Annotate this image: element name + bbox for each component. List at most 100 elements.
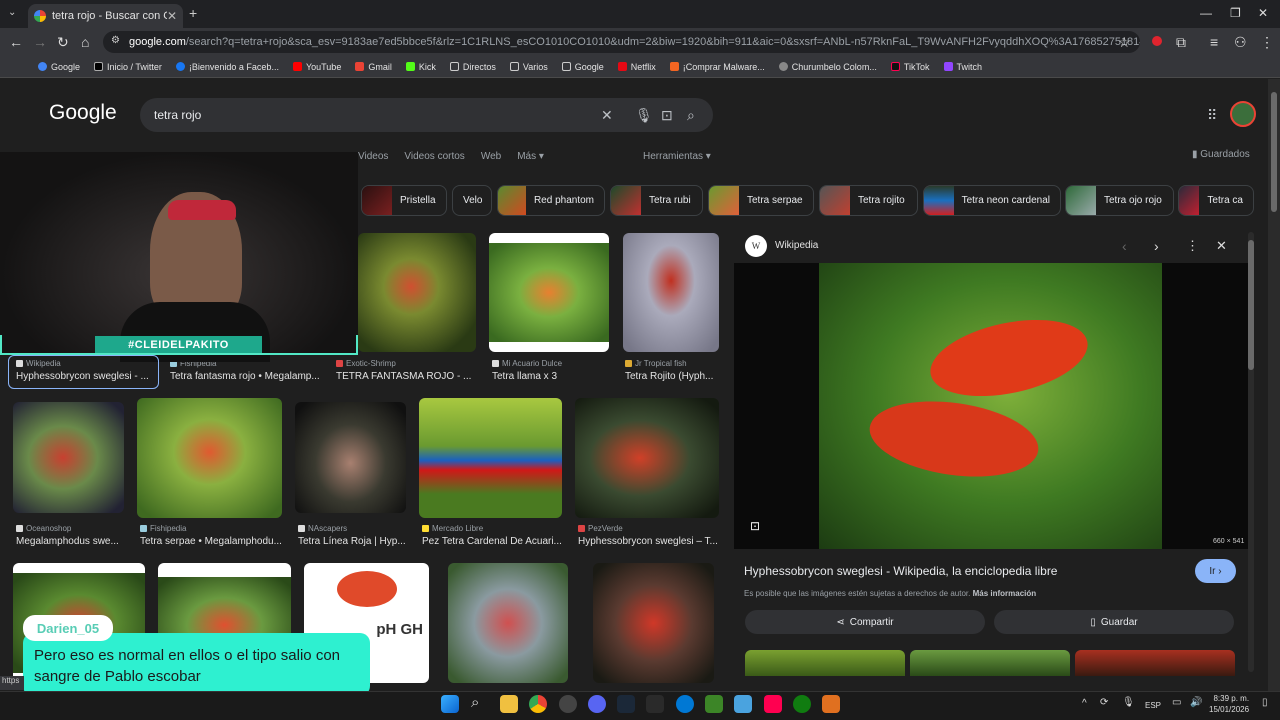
clear-search-icon[interactable]: ✕ [601,107,613,124]
discord-icon[interactable] [588,695,606,713]
bookmark-churumbelo[interactable]: Churumbelo Colom... [778,62,877,72]
result-caption[interactable]: Tetra Rojito (Hyph... [625,371,717,382]
file-explorer-icon[interactable] [500,695,518,713]
prev-icon[interactable]: ‹ [1122,238,1127,254]
chip-pristella[interactable]: Pristella [361,185,447,216]
result-image-13[interactable] [593,563,714,683]
back-icon[interactable]: ← [9,34,23,50]
search-icon[interactable]: ⌕ [687,107,695,124]
search-input[interactable]: tetra rojo [140,98,713,132]
result-caption[interactable]: Megalamphodus swe... [16,536,124,547]
panel-title[interactable]: Hyphessobrycon sweglesi - Wikipedia, la … [744,564,1057,578]
bookmark-twitch[interactable]: Twitch [943,62,982,72]
tab-search-icon[interactable]: ⌄ [8,7,16,18]
bookmark-star-icon[interactable]: ☆ [1118,34,1131,51]
lens-icon[interactable]: ⊡ [750,519,760,533]
app-icon[interactable] [822,695,840,713]
extension-icon[interactable] [1152,36,1162,46]
bookmark-facebook[interactable]: ¡Bienvenido a Faceb... [175,62,279,72]
bookmark-malware[interactable]: ¡Comprar Malware... [669,62,765,72]
result-image-6[interactable] [295,402,406,513]
app-icon[interactable] [734,695,752,713]
saved-button[interactable]: ▮ Guardados [1192,149,1250,160]
result-caption[interactable]: Tetra llama x 3 [492,371,612,382]
bookmark-folder-directos[interactable]: Directos [449,62,496,72]
result-image-12[interactable] [448,563,568,683]
home-icon[interactable]: ⌂ [81,34,89,50]
result-image-8[interactable] [575,398,719,518]
site-info-icon[interactable]: ⚙ [111,35,120,46]
result-caption[interactable]: Pez Tetra Cardenal De Acuari... [422,536,562,547]
account-avatar[interactable] [1230,101,1256,127]
result-caption[interactable]: Hyphessobrycon sweglesi – T... [578,536,718,547]
search-taskbar-icon[interactable]: ⌕ [471,694,479,711]
browser-tab[interactable]: tetra rojo - Buscar con Google ✕ [28,4,183,28]
chrome-icon[interactable] [529,695,547,713]
result-caption[interactable]: Tetra Línea Roja | Hyp... [298,536,406,547]
bookmark-twitter[interactable]: Inicio / Twitter [94,62,162,72]
bookmark-gmail[interactable]: Gmail [355,62,392,72]
result-caption[interactable]: Tetra fantasma rojo • Megalamp... [170,371,320,382]
bookmark-google[interactable]: Google [38,62,80,72]
chip-tetra-ojo-rojo[interactable]: Tetra ojo rojo [1065,185,1174,216]
reload-icon[interactable]: ↻ [57,34,69,51]
tray-app-icon[interactable]: ⟳ [1100,697,1108,708]
app-icon[interactable] [676,695,694,713]
chip-tetra-ca[interactable]: Tetra ca [1178,185,1254,216]
address-bar[interactable]: google.com/search?q=tetra+rojo&sca_esv=9… [103,31,1140,53]
bookmark-folder-google[interactable]: Google [561,62,604,72]
language-indicator[interactable]: ESP [1145,701,1161,710]
minimize-icon[interactable]: — [1200,6,1212,20]
filter-more[interactable]: Más ▾ [517,151,544,162]
steam-icon[interactable] [617,695,635,713]
panel-scrollbar-thumb[interactable] [1248,240,1254,370]
result-image-4[interactable] [13,402,124,513]
google-logo[interactable]: Google [49,101,117,125]
notifications-icon[interactable]: ▯ [1262,697,1268,708]
chip-tetra-neon-cardenal[interactable]: Tetra neon cardenal [923,185,1061,216]
clock[interactable]: 8:39 p. m. 15/01/2026 [1209,693,1249,715]
chip-tetra-rubi[interactable]: Tetra rubi [610,185,703,216]
chip-red-phantom[interactable]: Red phantom [497,185,605,216]
lens-search-icon[interactable]: ⊡ [661,107,673,124]
tray-chevron-icon[interactable]: ^ [1082,698,1087,709]
preview-image[interactable] [819,263,1162,549]
bookmark-kick[interactable]: Kick [405,62,436,72]
new-tab-icon[interactable]: + [189,5,197,21]
bookmark-tiktok[interactable]: TikTok [890,62,930,72]
selected-result-outline[interactable] [8,355,159,389]
chip-velo[interactable]: Velo [452,185,492,216]
panel-source[interactable]: Wikipedia [775,240,818,251]
close-tab-icon[interactable]: ✕ [167,9,177,23]
more-info-link[interactable]: Más información [973,589,1037,598]
extensions-icon[interactable]: ⧉ [1176,34,1186,51]
media-icon[interactable]: ≡ [1210,34,1218,50]
tools-button[interactable]: Herramientas ▾ [643,151,711,162]
share-button[interactable]: ⋖ Compartir [745,610,985,634]
minecraft-icon[interactable] [705,695,723,713]
epic-games-icon[interactable] [646,695,664,713]
go-button[interactable]: Ir › [1195,559,1236,583]
result-image-3[interactable] [623,233,719,352]
xbox-icon[interactable] [793,695,811,713]
bookmark-folder-varios[interactable]: Varios [509,62,548,72]
filter-short-videos[interactable]: Videos cortos [404,151,464,162]
related-image[interactable] [910,650,1070,676]
related-image[interactable] [1075,650,1235,676]
more-options-icon[interactable]: ⋮ [1186,238,1199,254]
result-image-7[interactable] [419,398,562,518]
restore-icon[interactable]: ❐ [1230,6,1241,20]
forward-icon[interactable]: → [33,34,47,50]
filter-videos[interactable]: Videos [358,151,388,162]
obs-icon[interactable] [559,695,577,713]
bookmark-youtube[interactable]: YouTube [292,62,341,72]
tiktok-icon[interactable] [764,695,782,713]
close-window-icon[interactable]: ✕ [1258,6,1268,20]
chip-tetra-serpae[interactable]: Tetra serpae [708,185,814,216]
result-image-2-frame[interactable] [489,233,609,352]
close-panel-icon[interactable]: ✕ [1216,238,1227,254]
filter-web[interactable]: Web [481,151,501,162]
related-image[interactable] [745,650,905,676]
result-image-5[interactable] [137,398,282,518]
result-caption[interactable]: Tetra serpae • Megalamphodu... [140,536,282,547]
